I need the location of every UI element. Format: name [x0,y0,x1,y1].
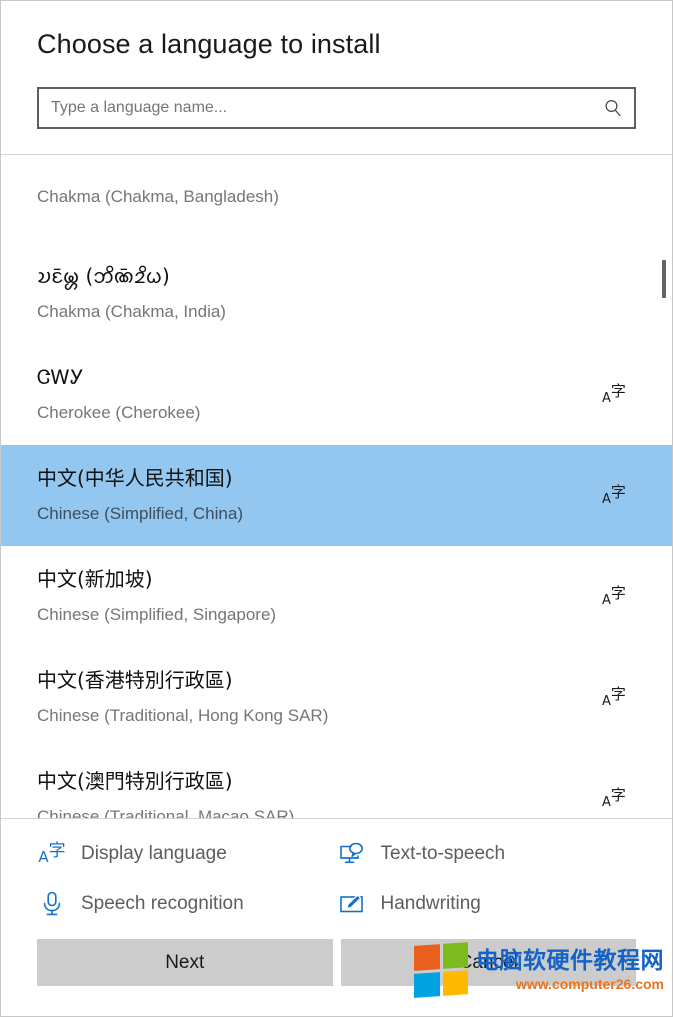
legend-item-speech-recognition: Speech recognition [37,889,337,919]
list-item[interactable]: 中文(香港特別行政區) Chinese (Traditional, Hong K… [1,647,672,748]
list-scrollbar[interactable] [661,155,667,818]
scrollbar-thumb[interactable] [662,260,666,298]
language-english-name: Chinese (Simplified, Singapore) [37,605,277,624]
legend-item-handwriting: Handwriting [337,889,637,919]
legend-item-text-to-speech: Text-to-speech [337,839,637,869]
list-item[interactable]: 𑄌𑄋𑄴𑄟𑄳𑄦 (𑄃𑄨𑄚𑄴𑄓𑄨𑄠) Chakma (Chakma, India) [1,243,672,344]
language-english-name: Chinese (Traditional, Hong Kong SAR) [37,706,329,725]
text-to-speech-icon [337,839,367,869]
legend-label: Speech recognition [81,893,244,914]
feature-legend: A字 Display language Text-to-speech Speec… [1,819,672,925]
language-english-name: Cherokee (Cherokee) [37,403,201,422]
display-language-icon: A字 [602,583,626,608]
display-language-icon: A字 [602,785,626,810]
search-box[interactable] [37,87,636,129]
language-native-name: 𑄌𑄋𑄴𑄟𑄳𑄦 (𑄃𑄨𑄚𑄴𑄓𑄨𑄠) [37,264,170,288]
language-native-name: ᏣᎳᎩ [37,365,84,389]
legend-item-display-language: A字 Display language [37,839,337,869]
legend-label: Handwriting [380,893,481,914]
list-item[interactable]: 中文(新加坡) Chinese (Simplified, Singapore) … [1,546,672,647]
list-item-selected[interactable]: 中文(中华人民共和国) Chinese (Simplified, China) … [1,445,672,546]
choose-language-dialog: Choose a language to install Chakma (Cha… [0,0,673,1017]
list-item[interactable]: ᏣᎳᎩ Cherokee (Cherokee) A字 [1,344,672,445]
legend-label: Display language [81,843,227,864]
list-item[interactable]: 中文(澳門特別行政區) Chinese (Traditional, Macao … [1,748,672,819]
next-button[interactable]: Next [37,939,333,986]
language-native-name: 中文(香港特別行政區) [37,668,233,692]
language-native-name: 中文(新加坡) [37,567,153,591]
dialog-actions: Next Cancel [1,925,672,986]
cancel-button[interactable]: Cancel [340,939,636,986]
display-language-icon: A字 [602,684,626,709]
display-language-icon: A字 [602,482,626,507]
handwriting-pen-icon [337,889,367,919]
footer-spacer [1,986,672,1016]
language-english-name: Chinese (Simplified, China) [37,504,243,523]
microphone-icon [37,889,67,919]
search-input[interactable] [39,89,634,127]
language-list-inner: Chakma (Chakma, Bangladesh) 𑄌𑄋𑄴𑄟𑄳𑄦 (𑄃𑄨𑄚𑄴… [1,155,672,819]
language-native-name: 中文(中华人民共和国) [37,466,233,490]
language-list[interactable]: Chakma (Chakma, Bangladesh) 𑄌𑄋𑄴𑄟𑄳𑄦 (𑄃𑄨𑄚𑄴… [1,154,672,819]
language-english-name: Chakma (Chakma, India) [37,302,226,321]
display-language-icon: A字 [602,381,626,406]
language-native-name: 中文(澳門特別行政區) [37,769,233,793]
language-english-name: Chakma (Chakma, Bangladesh) [37,187,279,206]
list-item[interactable]: Chakma (Chakma, Bangladesh) [1,155,672,243]
display-language-icon: A字 [38,840,66,866]
legend-label: Text-to-speech [380,843,506,864]
language-english-name: Chinese (Traditional, Macao SAR) [37,807,295,819]
dialog-header: Choose a language to install [1,1,672,154]
page-title: Choose a language to install [37,29,381,59]
